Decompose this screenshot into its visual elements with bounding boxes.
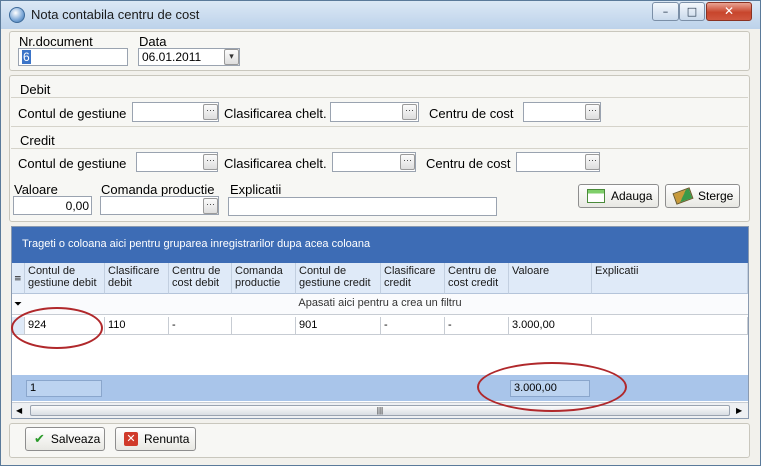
debit-cont-lookup-button[interactable]: ··· [203, 104, 218, 120]
credit-section-label: Credit [20, 133, 55, 148]
debit-clasif-lookup-button[interactable]: ··· [402, 104, 417, 120]
date-value: 06.01.2011 [142, 50, 202, 64]
section-separator [11, 126, 748, 127]
comanda-label: Comanda productie [101, 182, 215, 197]
delete-button-label: Sterge [698, 189, 734, 203]
credit-cont-label: Contul de gestiune [18, 156, 127, 171]
save-button[interactable]: ✔ Salveaza [25, 427, 105, 451]
grid-row-selector-header[interactable]: ≡ [12, 263, 25, 294]
cell-explicatii[interactable] [592, 317, 748, 335]
valoare-input[interactable]: 0,00 [13, 196, 92, 215]
cell-centru-debit[interactable]: - [169, 317, 232, 335]
credit-centru-label: Centru de cost [426, 156, 511, 171]
credit-clasif-label: Clasificarea chelt. [224, 156, 327, 171]
scroll-right-icon[interactable]: ▶ [736, 406, 742, 415]
date-label: Data [139, 34, 167, 49]
main-window: Nota contabila centru de cost – □ ✕ Nr.d… [0, 0, 761, 466]
col-header-valoare[interactable]: Valoare [509, 263, 592, 294]
add-button[interactable]: Adauga [578, 184, 659, 208]
col-header-comanda[interactable]: Comanda productie [232, 263, 296, 294]
delete-button[interactable]: Sterge [665, 184, 740, 208]
horizontal-scrollbar[interactable]: ◀ ||| ▶ [12, 402, 748, 418]
grid-footer: 1 3.000,00 [12, 375, 748, 401]
save-button-label: Salveaza [50, 432, 101, 446]
add-button-label: Adauga [611, 189, 653, 203]
app-icon [9, 7, 25, 23]
nr-document-input[interactable]: 6 [18, 48, 128, 66]
cell-cont-credit[interactable]: 901 [296, 317, 381, 335]
cell-valoare[interactable]: 3.000,00 [509, 317, 592, 335]
col-header-clasif-debit[interactable]: Clasificare debit [105, 263, 169, 294]
credit-cont-lookup-button[interactable]: ··· [203, 154, 218, 170]
credit-clasif-lookup-button[interactable]: ··· [400, 154, 415, 170]
scroll-left-icon[interactable]: ◀ [16, 406, 22, 415]
entries-grid: Trageti o coloana aici pentru gruparea i… [11, 226, 749, 419]
filter-row[interactable]: ⏷ Apasati aici pentru a crea un filtru [12, 294, 748, 315]
annotation-ring-cont [11, 307, 103, 349]
scroll-thumb[interactable]: ||| [30, 405, 730, 416]
date-dropdown-button[interactable]: ▾ [224, 49, 239, 65]
cell-clasif-debit[interactable]: 110 [105, 317, 169, 335]
minimize-button[interactable]: – [652, 2, 679, 21]
cancel-icon: ✕ [124, 432, 138, 446]
explicatii-label: Explicatii [230, 182, 282, 197]
col-header-centru-credit[interactable]: Centru de cost credit [445, 263, 509, 294]
comanda-lookup-button[interactable]: ··· [203, 198, 218, 214]
add-icon [587, 189, 605, 203]
debit-centru-lookup-button[interactable]: ··· [585, 104, 600, 120]
debit-section-label: Debit [20, 82, 51, 97]
close-button[interactable]: ✕ [706, 2, 752, 21]
cell-centru-credit[interactable]: - [445, 317, 509, 335]
filter-hint: Apasati aici pentru a crea un filtru [298, 297, 462, 309]
credit-separator [11, 148, 748, 149]
col-header-cont-debit[interactable]: Contul de gestiune debit [25, 263, 105, 294]
debit-clasif-label: Clasificarea chelt. [224, 106, 327, 121]
col-header-centru-debit[interactable]: Centru de cost debit [169, 263, 232, 294]
cancel-button-label: Renunta [144, 432, 190, 446]
nr-document-label: Nr.document [19, 34, 93, 49]
debit-separator [11, 97, 748, 98]
cell-comanda[interactable] [232, 317, 296, 335]
annotation-ring-total [477, 362, 627, 412]
cancel-button[interactable]: ✕ Renunta [115, 427, 196, 451]
explicatii-input[interactable] [228, 197, 497, 216]
debit-centru-label: Centru de cost [429, 106, 514, 121]
group-by-area[interactable]: Trageti o coloana aici pentru gruparea i… [12, 227, 748, 263]
col-header-cont-credit[interactable]: Contul de gestiune credit [296, 263, 381, 294]
credit-centru-lookup-button[interactable]: ··· [585, 154, 600, 170]
maximize-button[interactable]: □ [679, 2, 705, 21]
col-header-clasif-credit[interactable]: Clasificare credit [381, 263, 445, 294]
check-icon: ✔ [34, 431, 45, 447]
title-bar: Nota contabila centru de cost – □ ✕ [1, 1, 760, 29]
col-header-explicatii[interactable]: Explicatii [592, 263, 748, 294]
eraser-icon [672, 187, 694, 205]
scroll-thumb-grip: ||| [376, 406, 384, 415]
window-title: Nota contabila centru de cost [31, 7, 200, 22]
comanda-input[interactable] [100, 196, 219, 215]
debit-cont-label: Contul de gestiune [18, 106, 127, 121]
nr-document-value: 6 [22, 50, 31, 64]
valoare-label: Valoare [14, 182, 58, 197]
cell-clasif-credit[interactable]: - [381, 317, 445, 335]
footer-count: 1 [26, 380, 102, 397]
